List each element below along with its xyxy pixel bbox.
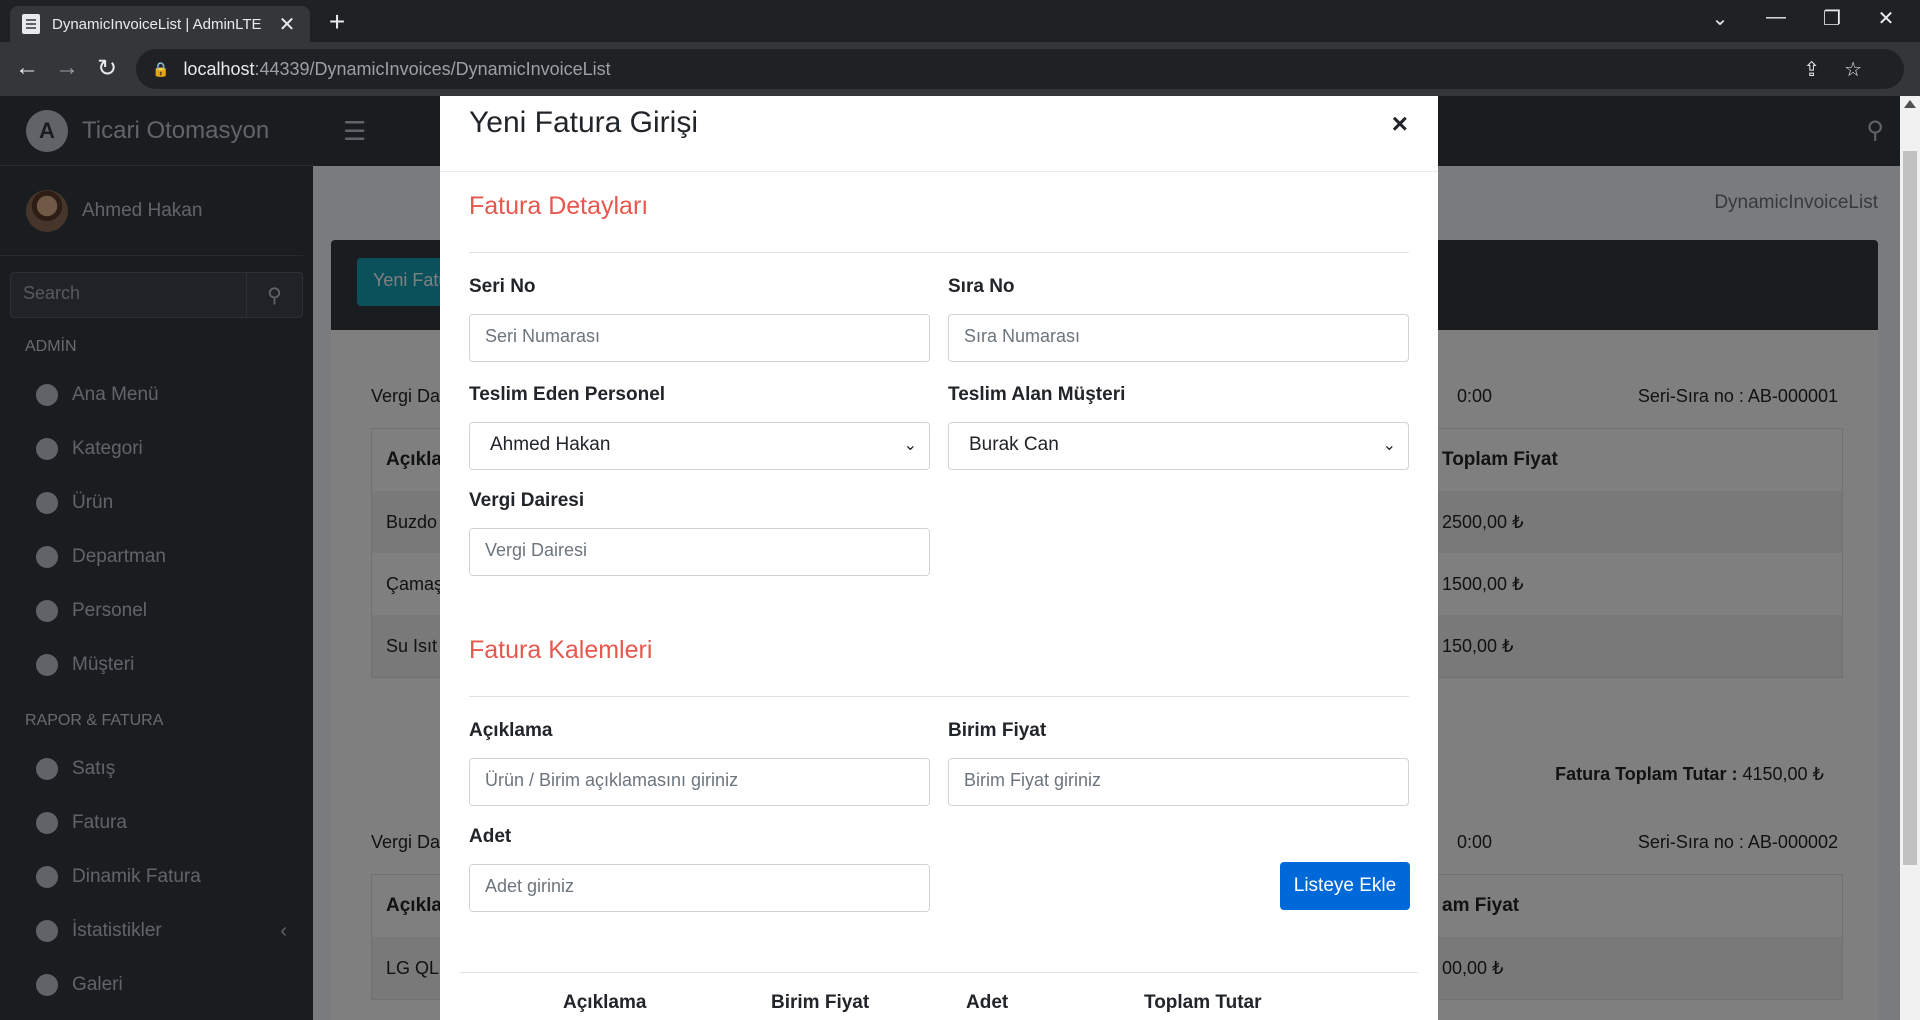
share-icon[interactable]: ⇪ [1803, 57, 1820, 82]
url-path: :44339/DynamicInvoices/DynamicInvoiceLis… [254, 58, 611, 79]
personel-select[interactable]: Ahmed Hakan ⌄ [469, 422, 930, 470]
add-to-list-button[interactable]: Listeye Ekle [1280, 862, 1410, 910]
birim-fiyat-input[interactable]: Birim Fiyat giriniz [948, 758, 1409, 806]
sira-no-label: Sıra No [948, 276, 1015, 297]
url-host: localhost [183, 58, 255, 79]
chevron-down-icon: ⌄ [1382, 437, 1396, 454]
page-favicon-icon [22, 14, 40, 34]
minimize-button[interactable]: — [1756, 6, 1796, 29]
musteri-selected-value: Burak Can [969, 434, 1059, 455]
restore-button[interactable]: ❐ [1812, 6, 1852, 31]
scroll-thumb[interactable] [1903, 151, 1917, 865]
divider [460, 972, 1418, 973]
adet-input[interactable]: Adet giriniz [469, 864, 930, 912]
list-column-header: Birim Fiyat [771, 992, 870, 1013]
tab-search-icon[interactable]: ⌄ [1700, 6, 1740, 31]
new-tab-button[interactable]: + [322, 6, 352, 38]
browser-toolbar: ← → ↻ 🔒 localhost :44339/DynamicInvoices… [0, 42, 1920, 96]
close-icon[interactable]: × [1392, 108, 1408, 140]
new-invoice-modal: Yeni Fatura Girişi × Fatura Detayları Se… [440, 96, 1438, 1020]
page-scrollbar[interactable] [1900, 96, 1920, 1020]
list-column-header: Açıklama [563, 992, 647, 1013]
adet-label: Adet [469, 826, 512, 847]
browser-tab[interactable]: DynamicInvoiceList | AdminLTE ✕ [10, 6, 310, 42]
aciklama-input[interactable]: Ürün / Birim açıklamasını giriniz [469, 758, 930, 806]
modal-title: Yeni Fatura Girişi [469, 106, 698, 139]
reload-icon[interactable]: ↻ [92, 54, 122, 83]
musteri-label: Teslim Alan Müşteri [948, 384, 1126, 405]
close-window-button[interactable]: ✕ [1866, 6, 1906, 31]
vergi-dairesi-input[interactable]: Vergi Dairesi [469, 528, 930, 576]
seri-no-label: Seri No [469, 276, 536, 297]
page-viewport: A Ticari Otomasyon Ahmed Hakan Search ⚲ … [0, 96, 1920, 1020]
musteri-select[interactable]: Burak Can ⌄ [948, 422, 1409, 470]
chevron-down-icon: ⌄ [903, 437, 917, 454]
birim-fiyat-label: Birim Fiyat [948, 720, 1047, 741]
vergi-dairesi-label: Vergi Dairesi [469, 490, 585, 511]
list-column-header: Toplam Tutar [1144, 992, 1262, 1013]
section-title-items: Fatura Kalemleri [469, 636, 653, 664]
tab-title: DynamicInvoiceList | AdminLTE [52, 15, 262, 33]
scroll-up-icon[interactable] [1904, 100, 1916, 108]
divider [469, 696, 1409, 697]
forward-icon[interactable]: → [52, 54, 82, 82]
seri-no-input[interactable]: Seri Numarası [469, 314, 930, 362]
modal-header: Yeni Fatura Girişi × [440, 96, 1438, 172]
aciklama-label: Açıklama [469, 720, 553, 741]
bookmark-star-icon[interactable]: ☆ [1844, 57, 1862, 82]
list-column-header: Adet [966, 992, 1009, 1013]
lock-icon[interactable]: 🔒 [152, 61, 169, 78]
back-icon[interactable]: ← [12, 54, 42, 82]
personel-selected-value: Ahmed Hakan [490, 434, 611, 455]
browser-tab-strip: DynamicInvoiceList | AdminLTE ✕ + ⌄ — ❐ … [0, 0, 1920, 42]
address-bar[interactable]: 🔒 localhost :44339/DynamicInvoices/Dynam… [136, 49, 1904, 89]
section-title-details: Fatura Detayları [469, 192, 649, 220]
close-tab-icon[interactable]: ✕ [276, 12, 298, 37]
sira-no-input[interactable]: Sıra Numarası [948, 314, 1409, 362]
divider [469, 252, 1409, 253]
personel-label: Teslim Eden Personel [469, 384, 666, 405]
